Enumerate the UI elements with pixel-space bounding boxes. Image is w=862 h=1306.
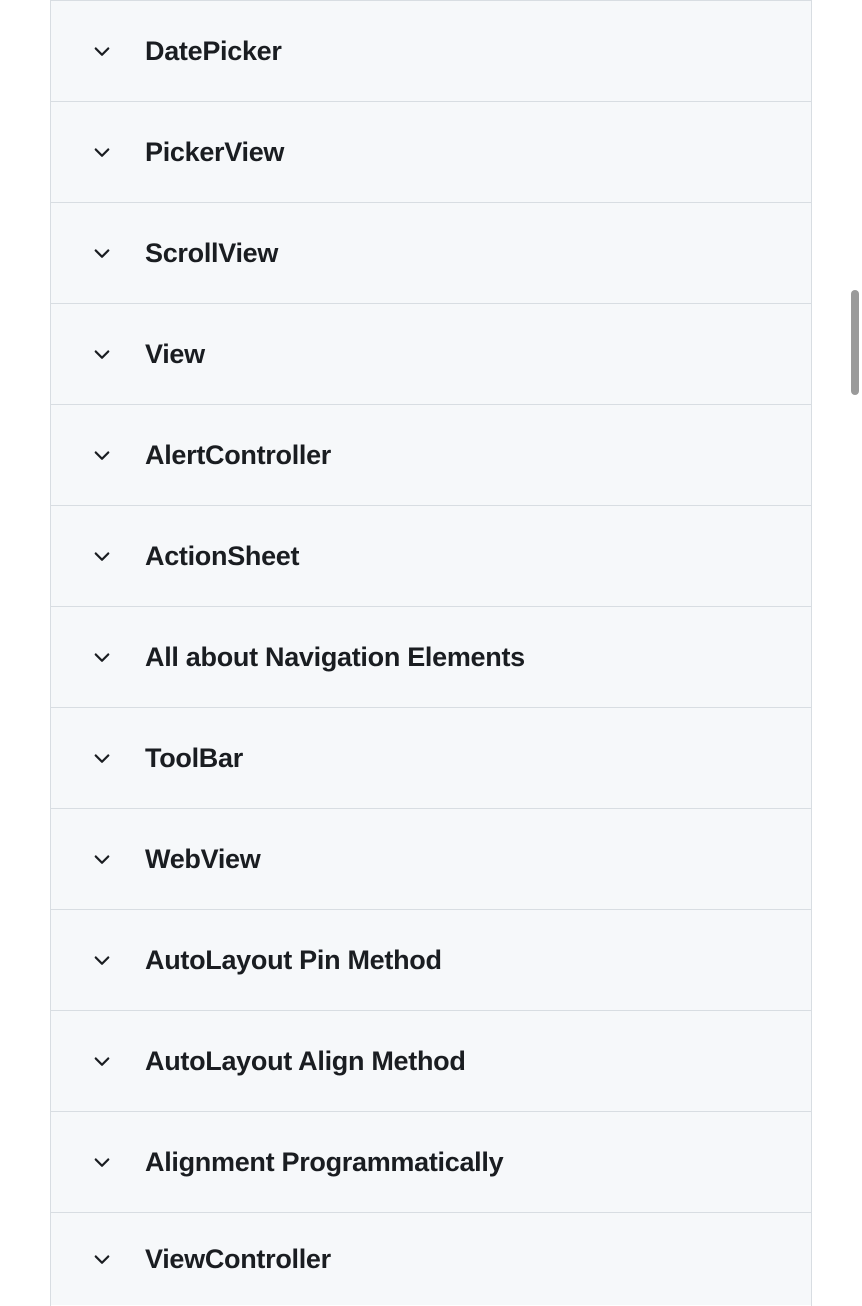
chevron-down-icon: [91, 141, 113, 163]
chevron-down-icon: [91, 1151, 113, 1173]
accordion-item-autolayout-pin[interactable]: AutoLayout Pin Method: [51, 910, 811, 1011]
accordion-item-label: WebView: [145, 844, 260, 875]
accordion-item-label: Alignment Programmatically: [145, 1147, 503, 1178]
chevron-down-icon: [91, 545, 113, 567]
chevron-down-icon: [91, 1248, 113, 1270]
accordion-item-toolbar[interactable]: ToolBar: [51, 708, 811, 809]
accordion-item-pickerview[interactable]: PickerView: [51, 102, 811, 203]
chevron-down-icon: [91, 343, 113, 365]
accordion-item-alignment-programmatic[interactable]: Alignment Programmatically: [51, 1112, 811, 1213]
accordion-item-scrollview[interactable]: ScrollView: [51, 203, 811, 304]
accordion-item-label: ActionSheet: [145, 541, 299, 572]
accordion-item-label: AutoLayout Align Method: [145, 1046, 466, 1077]
accordion-item-alertcontroller[interactable]: AlertController: [51, 405, 811, 506]
scrollbar-thumb[interactable]: [851, 290, 859, 395]
chevron-down-icon: [91, 444, 113, 466]
accordion-item-view[interactable]: View: [51, 304, 811, 405]
accordion-item-autolayout-align[interactable]: AutoLayout Align Method: [51, 1011, 811, 1112]
accordion-item-label: AlertController: [145, 440, 331, 471]
accordion-item-datepicker[interactable]: DatePicker: [51, 1, 811, 102]
chevron-down-icon: [91, 40, 113, 62]
chevron-down-icon: [91, 747, 113, 769]
accordion-item-label: PickerView: [145, 137, 284, 168]
chevron-down-icon: [91, 1050, 113, 1072]
chevron-down-icon: [91, 949, 113, 971]
accordion-item-label: ViewController: [145, 1244, 331, 1275]
accordion-item-label: AutoLayout Pin Method: [145, 945, 442, 976]
accordion-item-label: DatePicker: [145, 36, 282, 67]
accordion-item-webview[interactable]: WebView: [51, 809, 811, 910]
accordion-list: DatePicker PickerView ScrollView View Al…: [50, 0, 812, 1306]
chevron-down-icon: [91, 646, 113, 668]
accordion-item-label: All about Navigation Elements: [145, 642, 525, 673]
accordion-item-actionsheet[interactable]: ActionSheet: [51, 506, 811, 607]
chevron-down-icon: [91, 242, 113, 264]
accordion-item-label: ScrollView: [145, 238, 278, 269]
chevron-down-icon: [91, 848, 113, 870]
accordion-item-viewcontroller[interactable]: ViewController: [51, 1213, 811, 1305]
accordion-item-label: View: [145, 339, 205, 370]
accordion-item-navigation-elements[interactable]: All about Navigation Elements: [51, 607, 811, 708]
accordion-item-label: ToolBar: [145, 743, 243, 774]
